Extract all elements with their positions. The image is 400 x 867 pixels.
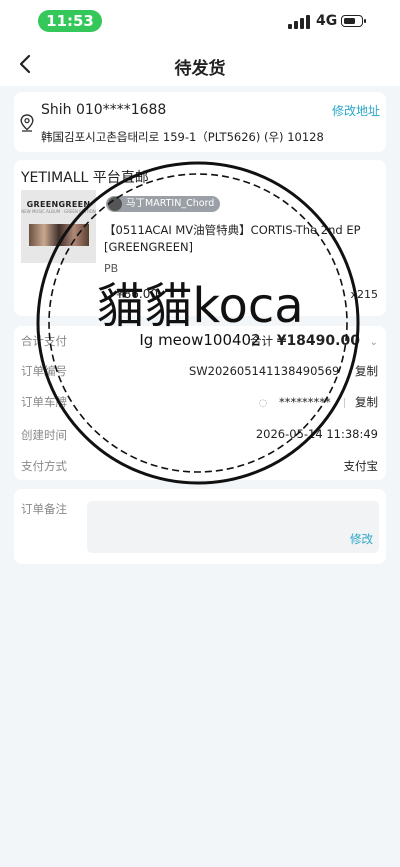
total-row: 合计支付 合计 ¥18490.00 ⌄	[21, 333, 378, 353]
created-time-label: 创建时间	[21, 428, 67, 442]
remark-card: 订单备注 修改	[14, 489, 386, 564]
signal-icon	[288, 15, 310, 29]
product-card: YETIMALL 平台直邮 GREENGREEN NEW MUSIC ALBUM…	[14, 160, 386, 316]
status-time: 11:53	[38, 10, 102, 32]
divider	[344, 397, 346, 408]
created-time-row: 创建时间 2026-05-14 11:38:49	[21, 427, 378, 447]
thumbnail-subtitle: NEW MUSIC ALBUM · GREEN EDITION	[21, 209, 96, 214]
total-prefix: 合计	[250, 334, 274, 348]
copy-plate-button[interactable]: 复制	[355, 395, 378, 409]
order-info-card: 合计支付 合计 ¥18490.00 ⌄ 订单编号 SW2026051411384…	[14, 326, 386, 480]
location-pin-icon	[20, 114, 34, 132]
created-time: 2026-05-14 11:38:49	[255, 427, 378, 441]
plate-value: *********	[278, 395, 331, 409]
total-value[interactable]: 合计 ¥18490.00 ⌄	[250, 333, 378, 349]
page-title: 待发货	[174, 59, 226, 79]
recipient-name-phone: Shih 010****1688	[41, 102, 167, 118]
product-variant: PB	[104, 262, 119, 275]
payment-method: 支付宝	[343, 459, 379, 473]
seller-avatar	[108, 197, 122, 211]
product-thumbnail[interactable]: GREENGREEN NEW MUSIC ALBUM · GREEN EDITI…	[21, 190, 96, 263]
payment-method-label: 支付方式	[21, 459, 67, 473]
payment-method-row: 支付方式 支付宝	[21, 458, 378, 478]
product-quantity: x215	[350, 288, 378, 301]
address-line: 韩国김포시고촌읍태리로 159-1（PLT5626) (우) 10128	[41, 130, 324, 144]
battery-icon	[341, 15, 366, 27]
remark-label: 订单备注	[21, 502, 67, 516]
shop-name: YETIMALL 平台直邮	[21, 170, 149, 186]
nav-bar: 待发货	[0, 44, 400, 86]
plate-row: 订单车牌 ◌ ********* 复制	[21, 394, 378, 414]
seller-tag: 马丁MARTIN_Chord	[106, 196, 221, 212]
edit-remark-button[interactable]: 修改	[350, 531, 373, 547]
total-label: 合计支付	[21, 334, 67, 348]
remark-input[interactable]: 修改	[87, 501, 379, 553]
edit-address-button[interactable]: 修改地址	[332, 102, 380, 119]
order-number: SW202605141138490569	[188, 364, 340, 378]
plate-label: 订单车牌	[21, 395, 67, 409]
thumbnail-photo	[29, 224, 89, 246]
copy-order-number-button[interactable]: 复制	[355, 364, 378, 378]
eye-off-icon[interactable]: ◌	[259, 398, 268, 409]
network-type: 4G	[316, 13, 338, 29]
address-card: Shih 010****1688 修改地址 韩国김포시고촌읍태리로 159-1（…	[14, 92, 386, 152]
thumbnail-brand: GREENGREEN	[26, 200, 91, 209]
product-price: ¥86.00	[116, 287, 158, 301]
seller-name: 马丁MARTIN_Chord	[126, 198, 215, 209]
order-number-row: 订单编号 SW202605141138490569 复制	[21, 363, 378, 383]
order-number-label: 订单编号	[21, 364, 67, 378]
total-amount: ¥18490.00	[276, 333, 360, 349]
chevron-down-icon: ⌄	[369, 337, 378, 348]
product-title[interactable]: 【0511ACAI MV油管特典】CORTIS-The 2nd EP [GREE…	[104, 222, 374, 256]
status-bar: 11:53 4G	[0, 0, 400, 44]
